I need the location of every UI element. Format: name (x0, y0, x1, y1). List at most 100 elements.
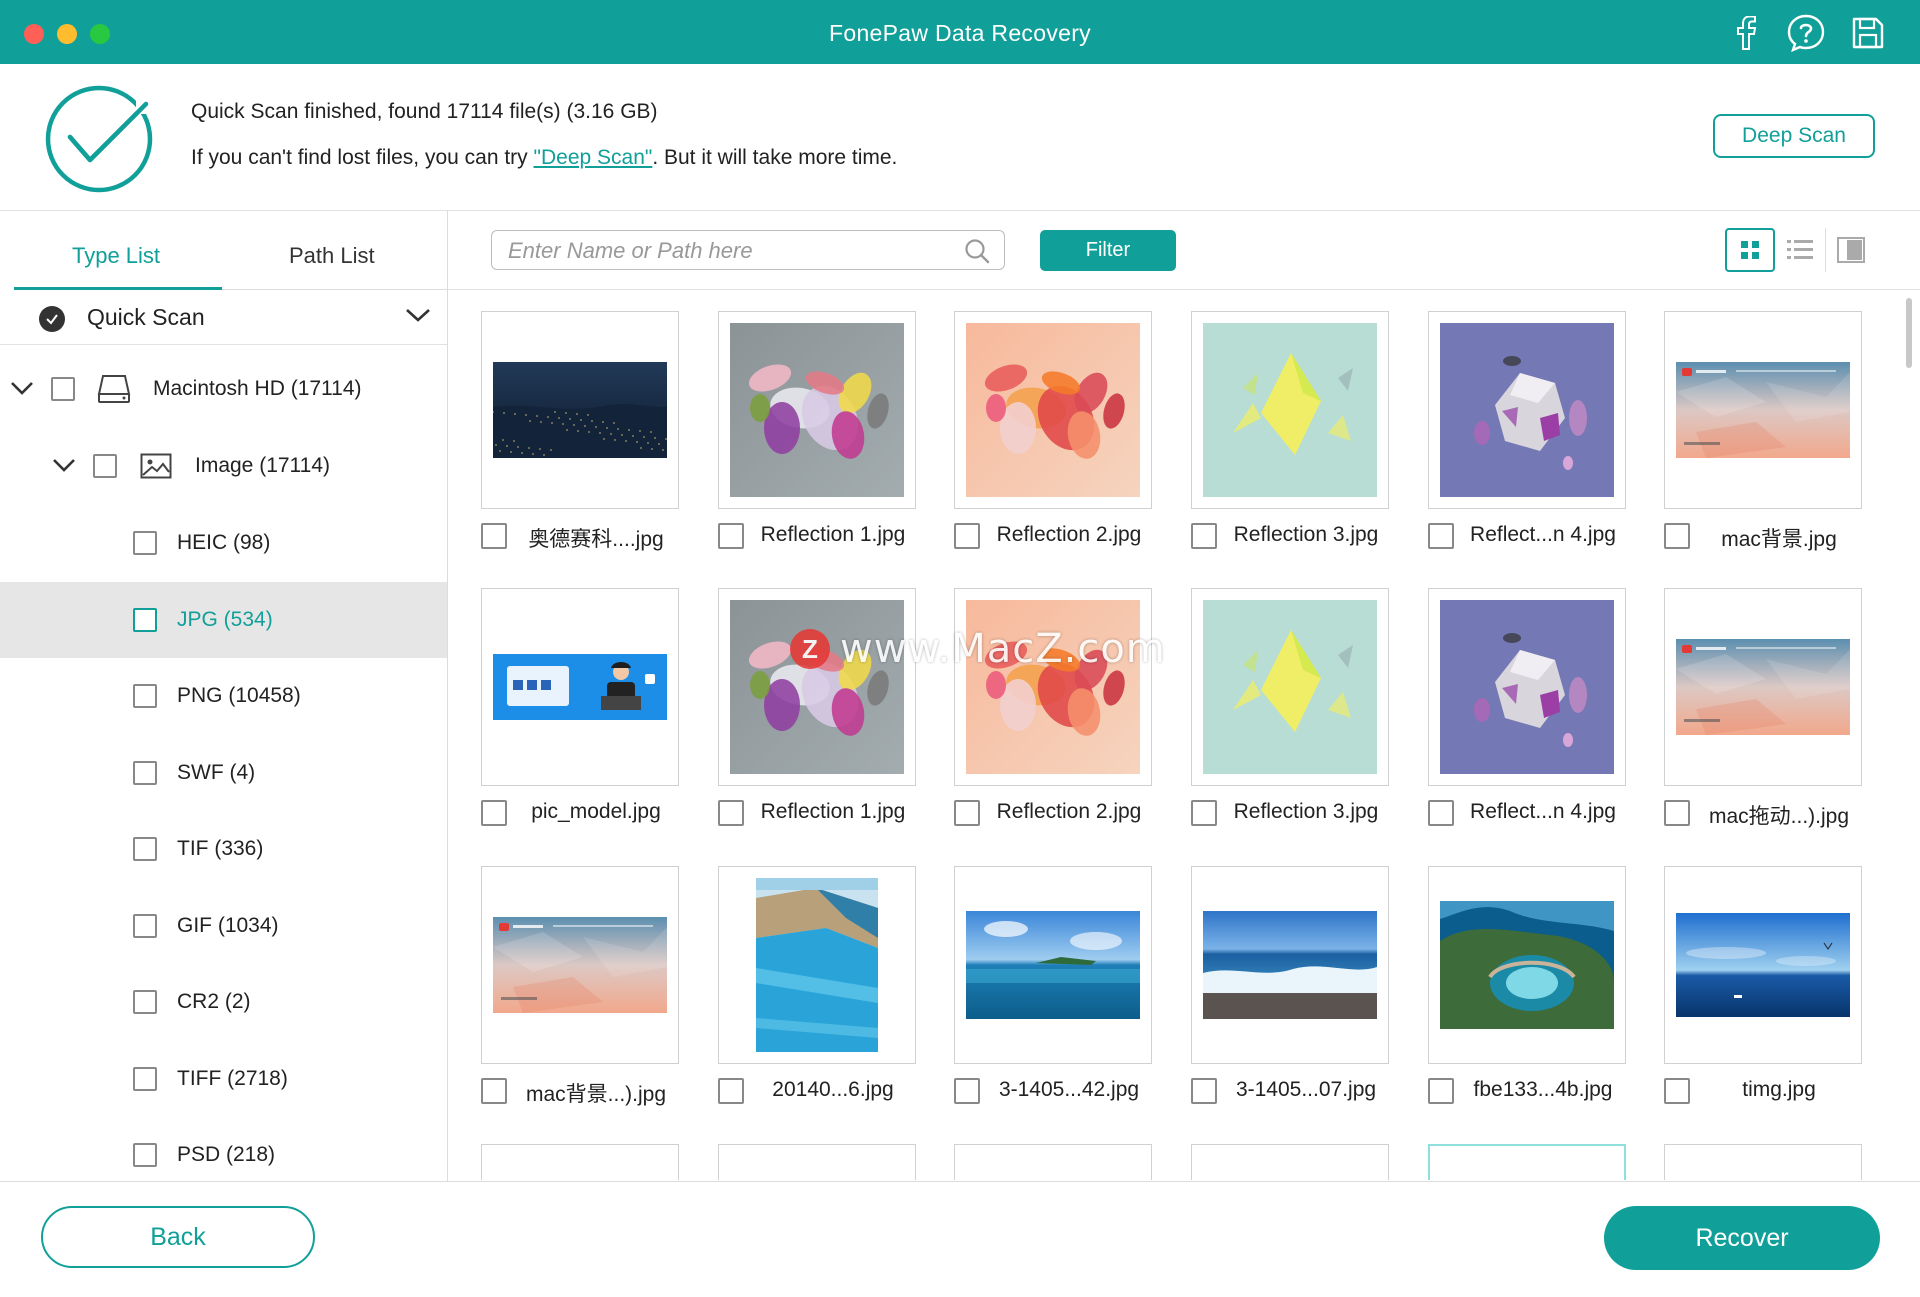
tab-path-list[interactable]: Path List (289, 243, 375, 269)
file-thumbnail[interactable] (481, 1144, 679, 1180)
file-checkbox[interactable] (1191, 800, 1217, 826)
type-checkbox[interactable] (133, 607, 157, 632)
type-label: PNG (10458) (177, 684, 301, 707)
file-checkbox[interactable] (1428, 1078, 1454, 1104)
deep-scan-link[interactable]: "Deep Scan" (534, 146, 653, 169)
file-thumbnail[interactable] (1191, 311, 1389, 509)
search-icon[interactable] (964, 238, 990, 269)
file-checkbox[interactable] (1664, 800, 1690, 826)
deep-scan-button[interactable]: Deep Scan (1713, 114, 1875, 158)
chevron-down-icon[interactable] (10, 379, 34, 402)
file-thumbnail[interactable] (1191, 588, 1389, 786)
file-thumbnail[interactable] (481, 588, 679, 786)
file-checkbox[interactable] (1428, 523, 1454, 549)
tree-row-type[interactable]: TIF (336) (0, 811, 447, 887)
file-thumbnail[interactable] (954, 1144, 1152, 1180)
scan-complete-icon (44, 84, 154, 199)
file-thumbnail[interactable] (1428, 588, 1626, 786)
file-checkbox[interactable] (481, 523, 507, 549)
check-circle-icon (39, 306, 65, 332)
type-label: PSD (218) (177, 1143, 276, 1166)
tree-row-type[interactable]: HEIC (98) (0, 505, 447, 581)
tree-row-image[interactable]: Image (17114) (0, 428, 447, 504)
grid-view-button[interactable] (1725, 228, 1775, 272)
tree-row-drive[interactable]: Macintosh HD (17114) (0, 351, 447, 427)
tree-row-type[interactable]: TIFF (2718) (0, 1041, 447, 1117)
type-checkbox[interactable] (133, 684, 157, 708)
file-thumbnail[interactable] (481, 311, 679, 509)
hint-prefix: If you can't find lost files, you can tr… (191, 146, 534, 169)
file-thumbnail[interactable] (1664, 1144, 1862, 1180)
file-thumbnail[interactable] (954, 866, 1152, 1064)
file-thumbnail[interactable] (1664, 311, 1862, 509)
type-checkbox[interactable] (133, 990, 157, 1014)
file-checkbox[interactable] (718, 523, 744, 549)
tree-row-type[interactable]: SWF (4) (0, 735, 447, 811)
file-thumbnail[interactable] (1664, 588, 1862, 786)
file-checkbox[interactable] (954, 523, 980, 549)
type-checkbox[interactable] (133, 531, 157, 555)
file-checkbox[interactable] (1664, 1078, 1690, 1104)
file-checkbox[interactable] (718, 800, 744, 826)
type-checkbox[interactable] (133, 1066, 157, 1091)
tree-row-type[interactable]: PNG (10458) (0, 658, 447, 734)
file-thumbnail[interactable] (718, 588, 916, 786)
file-thumbnail[interactable] (954, 311, 1152, 509)
type-checkbox[interactable] (133, 760, 157, 785)
tab-type-list[interactable]: Type List (72, 243, 160, 269)
search-input[interactable] (506, 231, 950, 271)
title-bar: FonePaw Data Recovery (0, 0, 1920, 64)
file-thumbnail[interactable] (718, 311, 916, 509)
footer: Back Recover (0, 1181, 1920, 1297)
type-checkbox[interactable] (133, 837, 157, 861)
recover-button[interactable]: Recover (1604, 1206, 1880, 1270)
save-icon[interactable] (1848, 14, 1888, 52)
grid-scrollbar[interactable] (1906, 298, 1912, 368)
type-label: JPG (534) (177, 607, 273, 631)
search-box[interactable] (491, 230, 1005, 271)
drive-checkbox[interactable] (51, 377, 75, 401)
file-thumbnail[interactable] (1191, 866, 1389, 1064)
chevron-down-icon[interactable] (52, 456, 76, 479)
file-checkbox[interactable] (954, 800, 980, 826)
file-thumbnail[interactable] (1428, 311, 1626, 509)
help-icon[interactable] (1786, 14, 1826, 52)
file-grid: 奥德赛科....jpg Reflection 1.jpg Reflection 2.… (448, 290, 1920, 1180)
hint-suffix: . But it will take more time. (652, 146, 898, 169)
file-checkbox[interactable] (1191, 1078, 1217, 1104)
file-thumbnail[interactable] (718, 1144, 916, 1180)
list-view-button[interactable] (1775, 228, 1825, 272)
scan-summary-header: Quick Scan finished, found 17114 file(s)… (0, 64, 1920, 211)
filter-button[interactable]: Filter (1040, 230, 1176, 271)
tree-row-type[interactable]: CR2 (2) (0, 964, 447, 1040)
grid-icon (1741, 241, 1759, 259)
file-name: 20140...6.jpg (772, 1078, 894, 1101)
facebook-icon[interactable] (1726, 14, 1766, 52)
file-thumbnail[interactable] (1428, 866, 1626, 1064)
file-checkbox[interactable] (954, 1078, 980, 1104)
file-checkbox[interactable] (481, 1078, 507, 1104)
preview-view-button[interactable] (1825, 228, 1875, 272)
scan-mode-dropdown[interactable]: Quick Scan (0, 290, 447, 345)
back-button[interactable]: Back (41, 1206, 315, 1268)
file-thumbnail[interactable] (954, 588, 1152, 786)
file-thumbnail[interactable] (1191, 1144, 1389, 1180)
file-thumbnail[interactable] (1428, 1144, 1626, 1180)
file-thumbnail[interactable] (718, 866, 916, 1064)
file-checkbox[interactable] (1664, 523, 1690, 549)
image-category-checkbox[interactable] (93, 454, 117, 478)
type-checkbox[interactable] (133, 1143, 157, 1167)
file-checkbox[interactable] (1428, 800, 1454, 826)
tree-row-type[interactable]: GIF (1034) (0, 888, 447, 964)
file-thumbnail[interactable] (1664, 866, 1862, 1064)
file-name: 奥德赛科....jpg (528, 528, 664, 551)
file-checkbox[interactable] (1191, 523, 1217, 549)
watermark-badge: Z (790, 629, 830, 669)
file-checkbox[interactable] (481, 800, 507, 826)
file-name: Reflection 1.jpg (760, 523, 906, 546)
tree-row-type[interactable]: JPG (534) (0, 581, 447, 658)
file-thumbnail[interactable] (481, 866, 679, 1064)
file-checkbox[interactable] (718, 1078, 744, 1104)
file-name: Reflect...n 4.jpg (1470, 800, 1616, 823)
type-checkbox[interactable] (133, 913, 157, 938)
